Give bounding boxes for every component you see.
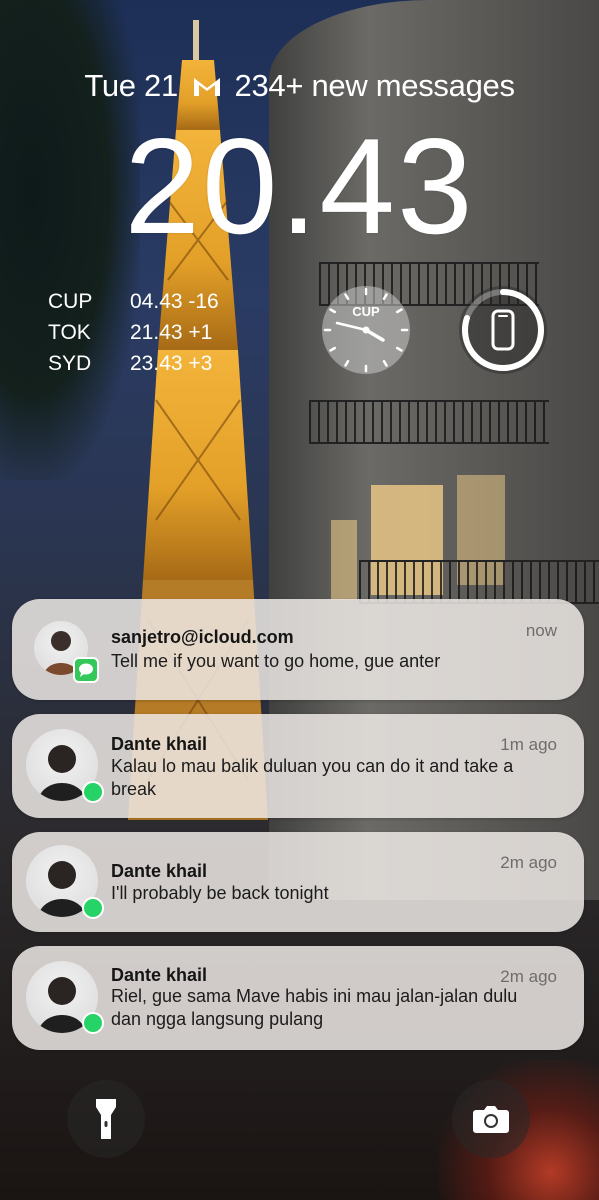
city-time: 04.43 -16 [130, 290, 219, 313]
lock-clock: 20.43 [124, 110, 475, 262]
notification-sender: sanjetro@icloud.com [111, 627, 294, 647]
notification-card[interactable]: Dante khail 1m ago Kalau lo mau balik du… [12, 714, 584, 818]
city-name: SYD [48, 352, 92, 375]
city-time: 23.43 +3 [130, 352, 213, 375]
notification-message: Tell me if you want to go home, gue ante… [111, 651, 441, 671]
new-messages-label: 234+ new messages [234, 68, 515, 103]
whatsapp-app-icon [82, 897, 104, 919]
gmail-icon [192, 70, 222, 106]
messages-app-icon [73, 657, 99, 683]
camera-icon [473, 1106, 509, 1133]
notification-sender: Dante khail [111, 861, 208, 881]
notification-sender: Dante khail [111, 734, 208, 754]
world-clock-row: SYD 23.43 +3 [48, 348, 219, 379]
date-label: Tue 21 [84, 68, 178, 103]
battery-widget[interactable] [457, 284, 549, 376]
world-clock-row: TOK 21.43 +1 [48, 317, 219, 348]
notification-message: I'll probably be back tonight [111, 883, 329, 903]
whatsapp-app-icon [82, 781, 104, 803]
notification-time: 1m ago [500, 735, 557, 754]
notification-time: 2m ago [500, 853, 557, 872]
notification-message: Riel, gue sama Mave habis ini mau jalan-… [111, 986, 518, 1029]
lock-status-line: Tue 21 234+ new messages [0, 68, 599, 106]
lock-screen: Tue 21 234+ new messages 20.43 CUP 04.43… [0, 0, 599, 1200]
camera-button[interactable] [452, 1080, 530, 1158]
whatsapp-app-icon [82, 1012, 104, 1034]
notification-time: 2m ago [500, 967, 557, 986]
notification-message: Kalau lo mau balik duluan you can do it … [111, 756, 514, 799]
flashlight-button[interactable] [67, 1080, 145, 1158]
notification-time: now [525, 621, 557, 640]
flashlight-icon [96, 1099, 116, 1139]
notification-card[interactable]: Dante khail 2m ago Riel, gue sama Mave h… [12, 946, 584, 1050]
notification-card[interactable]: sanjetro@icloud.com now Tell me if you w… [12, 599, 584, 700]
notification-card[interactable]: Dante khail 2m ago I'll probably be back… [12, 832, 584, 932]
world-clock-widget[interactable]: CUP 04.43 -16 TOK 21.43 +1 SYD 23.43 +3 [48, 286, 219, 379]
analog-clock-label: CUP [352, 304, 380, 319]
analog-clock-widget[interactable]: CUP [321, 285, 411, 375]
city-time: 21.43 +1 [130, 321, 213, 344]
world-clock-row: CUP 04.43 -16 [48, 286, 219, 317]
city-name: TOK [48, 321, 91, 344]
city-name: CUP [48, 290, 93, 313]
notification-sender: Dante khail [111, 965, 208, 985]
